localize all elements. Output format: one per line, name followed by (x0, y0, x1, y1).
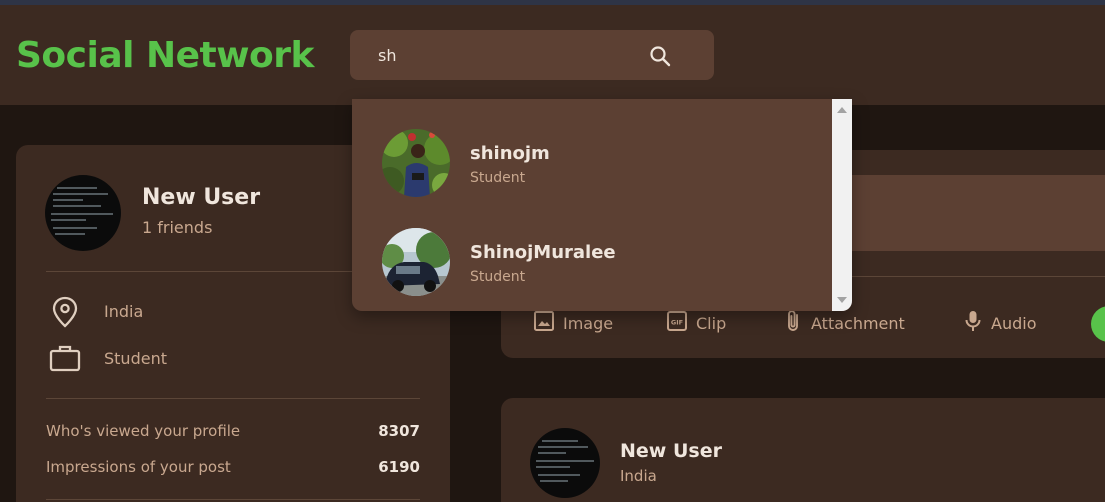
search-bar[interactable] (350, 30, 714, 80)
friends-count: 1 friends (142, 218, 213, 237)
briefcase-icon (48, 341, 82, 375)
result-role: Student (470, 170, 526, 186)
microphone-icon (963, 309, 983, 337)
result-name: shinojm (470, 143, 550, 164)
stat-value-profile-views: 8307 (378, 422, 420, 440)
scroll-down-arrow-icon[interactable] (837, 297, 847, 303)
search-result-item[interactable]: shinojm Student (352, 115, 832, 211)
profile-avatar[interactable] (45, 175, 121, 251)
image-icon (533, 310, 555, 336)
audio-action-label: Audio (991, 313, 1037, 333)
stat-label-impressions: Impressions of your post (46, 458, 231, 476)
post-author-location: India (620, 467, 657, 485)
occupation-text: Student (104, 349, 167, 368)
scroll-up-arrow-icon[interactable] (837, 107, 847, 113)
result-name: ShinojMuralee (470, 242, 616, 263)
post-button[interactable] (1091, 306, 1105, 342)
location-pin-icon (48, 295, 82, 329)
location-text: India (104, 302, 144, 321)
search-input[interactable] (378, 40, 638, 70)
result-avatar (382, 129, 450, 197)
attachment-action-label: Attachment (811, 313, 905, 333)
divider (46, 398, 420, 399)
divider (46, 499, 420, 500)
result-avatar (382, 228, 450, 296)
attachment-action-button[interactable]: Attachment (783, 310, 905, 336)
navbar: Social Network (0, 5, 1105, 105)
post-author-avatar[interactable] (530, 428, 600, 498)
image-action-button[interactable]: Image (533, 310, 613, 336)
stat-value-impressions: 6190 (378, 458, 420, 476)
search-icon[interactable] (648, 44, 672, 68)
audio-action-button[interactable]: Audio (963, 310, 1036, 336)
app-logo[interactable]: Social Network (16, 35, 314, 76)
search-results-dropdown: shinojm Student ShinojMuralee Student (352, 99, 852, 311)
gif-icon: GIF (666, 310, 688, 336)
profile-name[interactable]: New User (142, 185, 260, 210)
image-action-label: Image (563, 313, 614, 333)
clip-action-label: Clip (696, 313, 727, 333)
feed-post-card: New User India (501, 398, 1105, 502)
result-role: Student (470, 269, 526, 285)
paperclip-icon (783, 308, 803, 338)
svg-text:GIF: GIF (671, 319, 683, 327)
dropdown-scrollbar[interactable] (832, 99, 852, 311)
search-result-item[interactable]: ShinojMuralee Student (352, 214, 832, 310)
clip-action-button[interactable]: GIF Clip (666, 310, 726, 336)
stat-label-profile-views: Who's viewed your profile (46, 422, 241, 440)
post-author-name[interactable]: New User (620, 440, 722, 462)
